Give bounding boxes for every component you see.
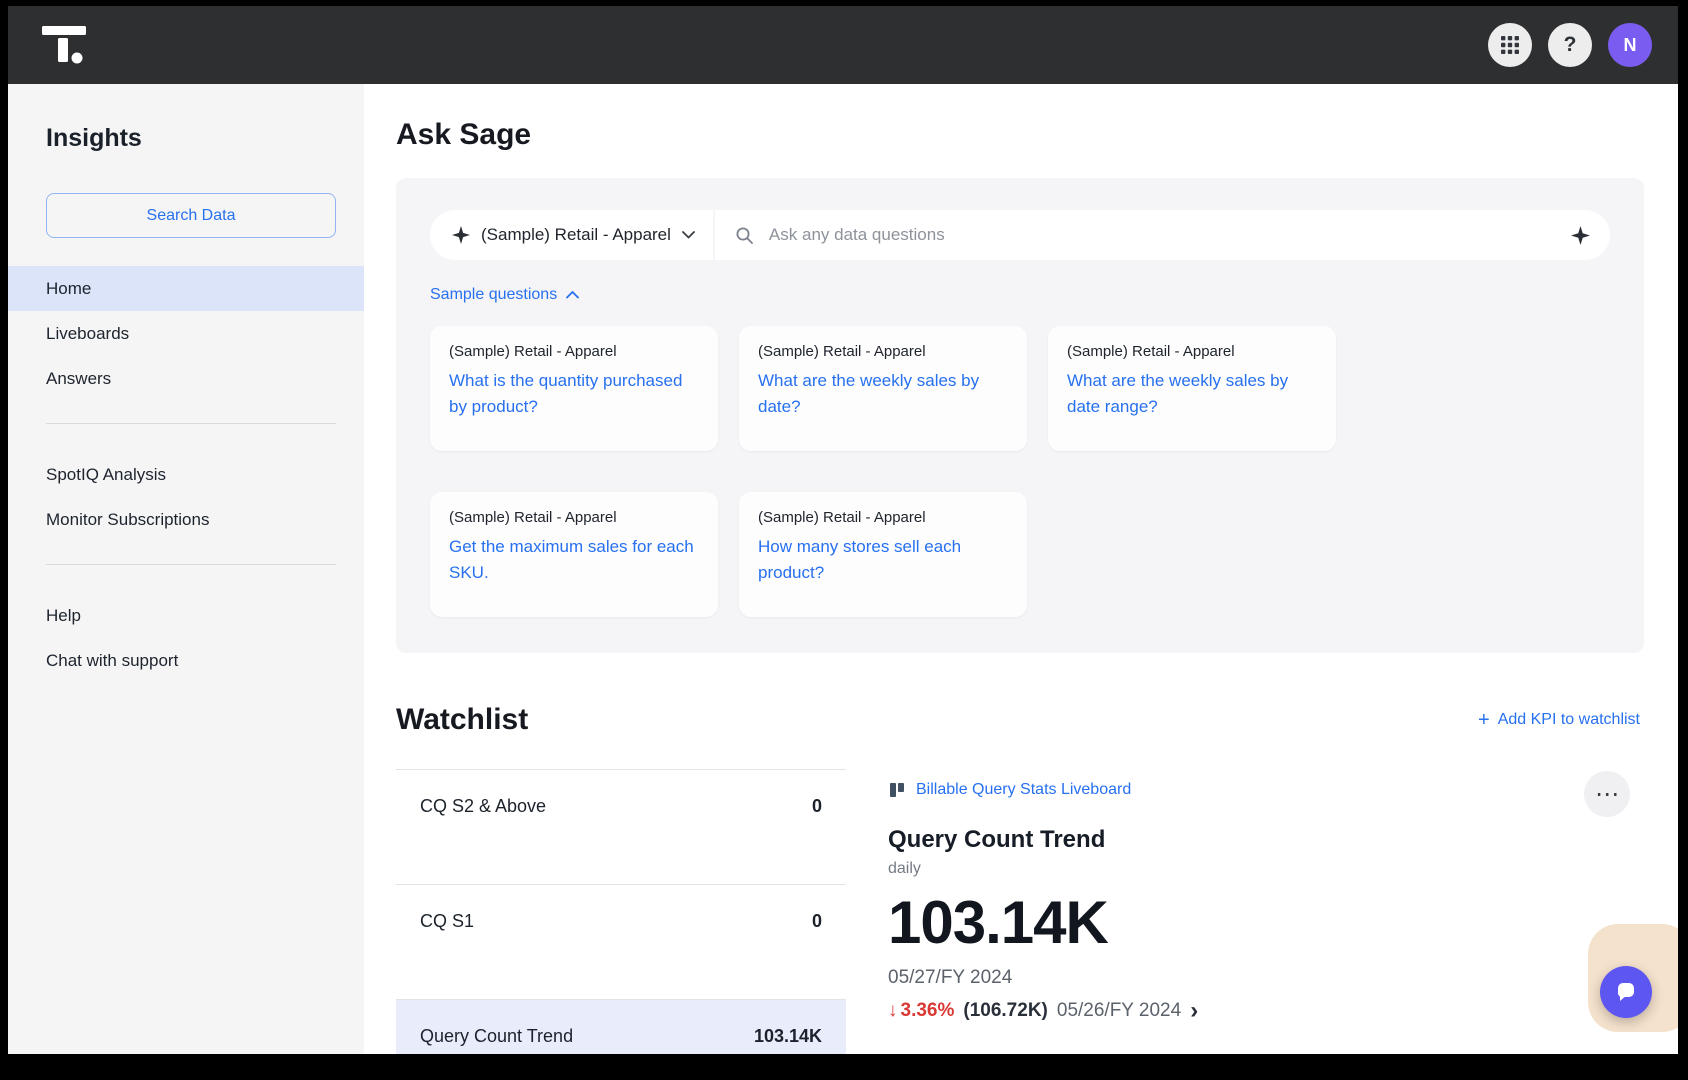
primary-nav: Home Liveboards Answers [8, 266, 364, 401]
chevron-right-icon[interactable]: › [1190, 999, 1198, 1023]
change-percent: 3.36% [901, 1000, 955, 1022]
kpi-detail-panel: Billable Query Stats Liveboard Query Cou… [846, 769, 1644, 1054]
nav-label: Help [46, 606, 81, 626]
top-bar: ? N [8, 6, 1678, 84]
kpi-primary-value: 103.14K [888, 888, 1644, 957]
kpi-label: CQ S2 & Above [420, 796, 546, 817]
watchlist-panel: CQ S2 & Above 0 CQ S1 0 Query Count Tren… [396, 769, 1644, 1054]
plus-icon: + [1478, 710, 1490, 730]
kpi-detail-title: Query Count Trend [888, 826, 1644, 854]
kpi-list: CQ S2 & Above 0 CQ S1 0 Query Count Tren… [396, 769, 846, 1054]
down-arrow-icon: ↓ [888, 1000, 898, 1022]
sidebar-item-chat-with-support[interactable]: Chat with support [8, 638, 364, 683]
question-text: What is the quantity purchased by produc… [449, 368, 699, 419]
nav-label: Liveboards [46, 324, 129, 344]
kpi-row[interactable]: CQ S2 & Above 0 [396, 770, 846, 885]
kpi-value: 0 [812, 911, 822, 932]
kpi-frequency: daily [888, 860, 1644, 878]
liveboard-icon [888, 781, 906, 799]
sage-submit-icon[interactable] [1571, 226, 1590, 245]
datasource-label: (Sample) Retail - Apparel [481, 225, 671, 245]
kpi-primary-date: 05/27/FY 2024 [888, 967, 1644, 989]
chat-launcher-button[interactable] [1600, 966, 1652, 1018]
more-menu-button[interactable]: ⋯ [1584, 771, 1630, 817]
thoughtspot-logo-icon[interactable] [38, 22, 90, 68]
question-text: What are the weekly sales by date? [758, 368, 1008, 419]
question-source: (Sample) Retail - Apparel [758, 343, 1008, 360]
question-source: (Sample) Retail - Apparel [449, 343, 699, 360]
user-avatar[interactable]: N [1608, 23, 1652, 67]
question-text: Get the maximum sales for each SKU. [449, 534, 699, 585]
nav-label: Home [46, 279, 91, 299]
sample-question-card[interactable]: (Sample) Retail - Apparel How many store… [739, 492, 1027, 617]
sidebar-item-answers[interactable]: Answers [8, 356, 364, 401]
sidebar: Insights Search Data Home Liveboards Ans… [8, 84, 364, 1054]
divider [46, 423, 336, 424]
sidebar-item-help[interactable]: Help [8, 593, 364, 638]
add-kpi-button[interactable]: + Add KPI to watchlist [1478, 710, 1644, 730]
search-data-button[interactable]: Search Data [46, 193, 336, 238]
question-text: How many stores sell each product? [758, 534, 1008, 585]
sidebar-item-home[interactable]: Home [8, 266, 364, 311]
watchlist-title: Watchlist [396, 703, 528, 737]
search-icon [735, 226, 754, 245]
question-source: (Sample) Retail - Apparel [449, 509, 699, 526]
help-icon[interactable]: ? [1548, 23, 1592, 67]
sidebar-item-monitor-subscriptions[interactable]: Monitor Subscriptions [8, 497, 364, 542]
kpi-row[interactable]: CQ S1 0 [396, 885, 846, 1000]
liveboard-link-label: Billable Query Stats Liveboard [916, 781, 1131, 799]
question-source: (Sample) Retail - Apparel [758, 509, 1008, 526]
nav-label: Monitor Subscriptions [46, 510, 209, 530]
app-window: ? N Insights Search Data Home Liveboards… [8, 6, 1678, 1054]
comparison-value: (106.72K) [963, 1000, 1048, 1022]
kpi-label: Query Count Trend [420, 1026, 573, 1047]
nav-label: SpotIQ Analysis [46, 465, 166, 485]
page-title: Ask Sage [396, 118, 1644, 152]
sample-questions-label: Sample questions [430, 286, 557, 304]
kpi-row-selected[interactable]: Query Count Trend 103.14K [396, 1000, 846, 1054]
tertiary-nav: Help Chat with support [8, 593, 364, 683]
sidebar-item-liveboards[interactable]: Liveboards [8, 311, 364, 356]
apps-grid-icon[interactable] [1488, 23, 1532, 67]
kpi-value: 103.14K [754, 1026, 822, 1047]
divider [46, 564, 336, 565]
add-kpi-label: Add KPI to watchlist [1498, 711, 1640, 729]
sample-questions-toggle[interactable]: Sample questions [430, 286, 579, 304]
main-content: Ask Sage (Sample) Retail - Apparel [364, 84, 1678, 1054]
sample-question-card[interactable]: (Sample) Retail - Apparel What is the qu… [430, 326, 718, 451]
nav-label: Answers [46, 369, 111, 389]
kpi-value: 0 [812, 796, 822, 817]
question-text: What are the weekly sales by date range? [1067, 368, 1317, 419]
chevron-down-icon [682, 231, 695, 239]
datasource-selector[interactable]: (Sample) Retail - Apparel [430, 210, 713, 260]
sample-question-card[interactable]: (Sample) Retail - Apparel What are the w… [739, 326, 1027, 451]
sage-question-input[interactable] [767, 224, 1558, 246]
sage-search-box [715, 210, 1610, 260]
kpi-change-row: ↓ 3.36% (106.72K) 05/26/FY 2024 › [888, 999, 1644, 1023]
sage-icon [452, 226, 470, 244]
liveboard-link[interactable]: Billable Query Stats Liveboard [888, 781, 1131, 799]
sample-question-card[interactable]: (Sample) Retail - Apparel Get the maximu… [430, 492, 718, 617]
chevron-up-icon [566, 291, 579, 299]
sage-search-row: (Sample) Retail - Apparel [430, 210, 1610, 260]
watchlist-header: Watchlist + Add KPI to watchlist [396, 703, 1644, 737]
kpi-label: CQ S1 [420, 911, 474, 932]
comparison-date: 05/26/FY 2024 [1057, 1000, 1181, 1022]
secondary-nav: SpotIQ Analysis Monitor Subscriptions [8, 452, 364, 542]
sidebar-title: Insights [8, 124, 364, 153]
change-negative: ↓ 3.36% [888, 1000, 954, 1022]
question-source: (Sample) Retail - Apparel [1067, 343, 1317, 360]
sample-question-card[interactable]: (Sample) Retail - Apparel What are the w… [1048, 326, 1336, 451]
ask-sage-card: (Sample) Retail - Apparel [396, 178, 1644, 653]
sidebar-item-spotiq-analysis[interactable]: SpotIQ Analysis [8, 452, 364, 497]
sample-question-grid: (Sample) Retail - Apparel What is the qu… [430, 326, 1610, 617]
chat-bubble-icon [1614, 980, 1638, 1004]
topbar-actions: ? N [1488, 23, 1652, 67]
nav-label: Chat with support [46, 651, 178, 671]
